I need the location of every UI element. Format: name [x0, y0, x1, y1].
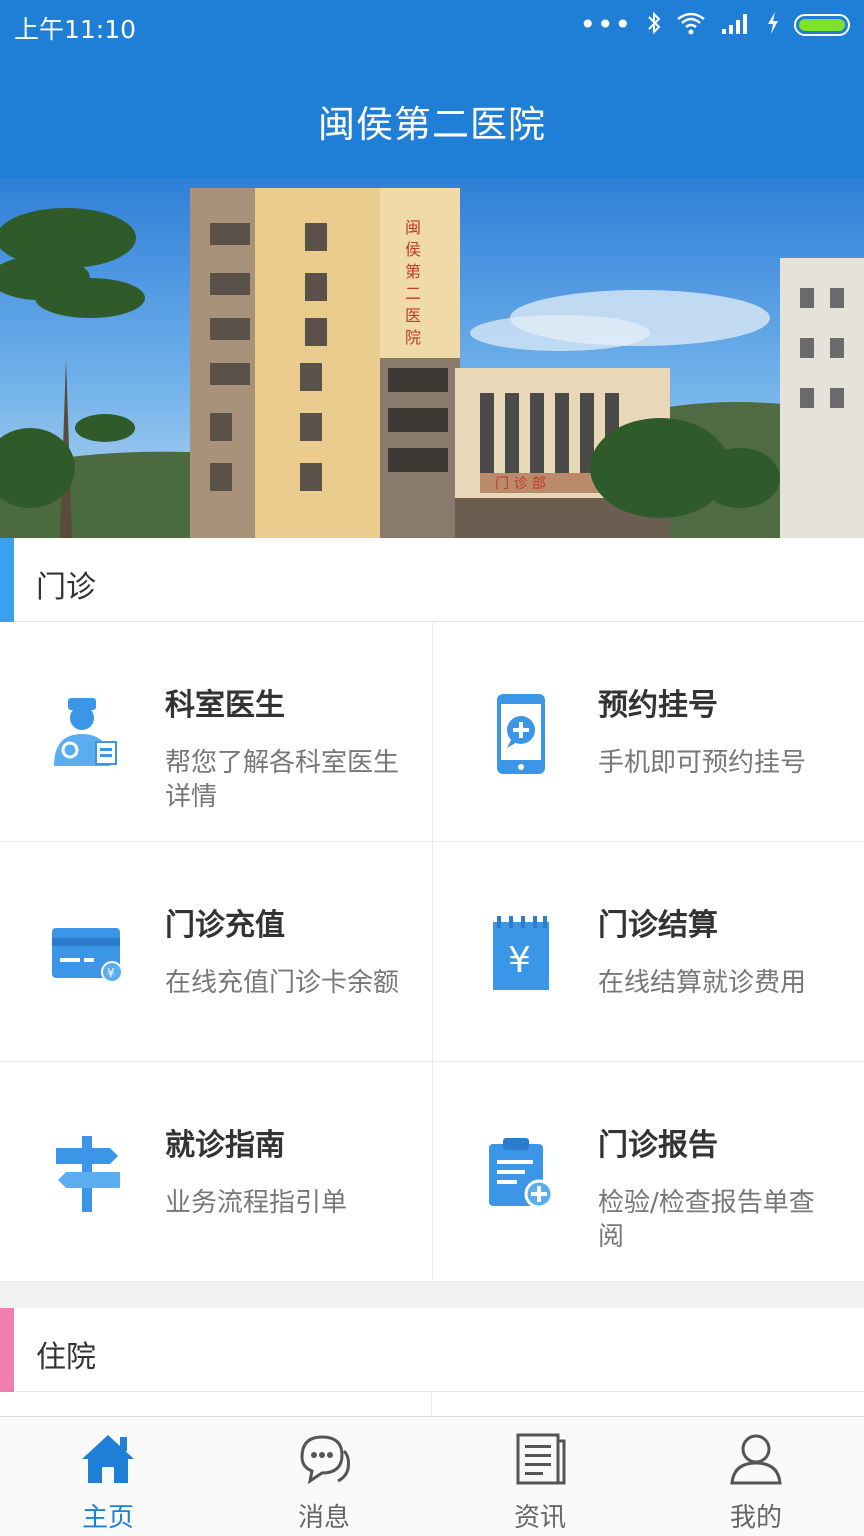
grid-item-title: 门诊结算 [598, 908, 718, 943]
svg-text:门 诊 部: 门 诊 部 [495, 476, 546, 492]
section-title: 门诊 [36, 570, 96, 605]
signal-icon [720, 11, 752, 39]
section-accent-bar [0, 538, 14, 622]
grid-item-desc: 在线结算就诊费用 [598, 968, 807, 998]
status-time: 上午11:10 [14, 15, 137, 44]
user-icon [726, 1429, 786, 1489]
grid-item-desc: 手机即可预约挂号 [598, 748, 807, 778]
outpatient-grid: 科室医生 帮您了解各科室医生详情 预约挂号 手机即可预约挂号 ¥ 门诊充值 在线… [0, 622, 864, 1282]
grid-item-desc: 帮您了解各科室医生详情 [165, 748, 400, 812]
more-dots-icon: ••• [579, 8, 632, 41]
svg-text:¥: ¥ [107, 966, 115, 980]
section-title: 住院 [36, 1340, 96, 1375]
grid-item-recharge[interactable]: ¥ 门诊充值 在线充值门诊卡余额 [0, 842, 432, 1062]
home-icon [78, 1429, 138, 1489]
grid-item-title: 门诊报告 [598, 1128, 718, 1163]
wifi-icon [676, 11, 706, 39]
svg-text:¥: ¥ [508, 940, 531, 981]
doctor-icon [48, 694, 128, 774]
grid-item-department-doctors[interactable]: 科室医生 帮您了解各科室医生详情 [0, 622, 432, 842]
news-icon [510, 1429, 570, 1489]
signpost-icon [48, 1134, 128, 1214]
divider [431, 1392, 432, 1416]
nav-item-profile[interactable]: 我的 [648, 1417, 864, 1536]
nav-label: 我的 [729, 1503, 782, 1533]
status-icons: ••• [579, 10, 850, 40]
grid-item-title: 科室医生 [165, 688, 285, 723]
charging-icon [766, 11, 780, 39]
nav-item-home[interactable]: 主页 [0, 1417, 216, 1536]
inpatient-grid-partial [0, 1392, 864, 1416]
phone-appointment-icon [481, 694, 561, 774]
grid-item-title: 就诊指南 [165, 1128, 285, 1163]
grid-item-report[interactable]: 门诊报告 检验/检查报告单查阅 [432, 1062, 864, 1282]
hospital-photo: 闽侯第二医院 门 诊 部 [0, 188, 864, 538]
card-recharge-icon: ¥ [48, 914, 128, 994]
nav-item-messages[interactable]: 消息 [216, 1417, 432, 1536]
section-inpatient: 住院 [0, 1308, 864, 1392]
grid-item-title: 门诊充值 [165, 908, 285, 943]
chat-icon [294, 1429, 354, 1489]
banner-image[interactable]: 闽侯第二医院 门 诊 部 [0, 178, 864, 538]
app-bar: 上午11:10 ••• 闽侯第二医院 [0, 0, 864, 178]
report-clipboard-icon [481, 1134, 561, 1214]
battery-level [799, 19, 845, 31]
grid-item-desc: 检验/检查报告单查阅 [598, 1188, 815, 1252]
battery-icon [794, 14, 850, 36]
grid-item-guide[interactable]: 就诊指南 业务流程指引单 [0, 1062, 432, 1282]
nav-label: 资讯 [513, 1503, 566, 1533]
section-accent-bar [0, 1308, 14, 1392]
grid-item-desc: 在线充值门诊卡余额 [165, 968, 400, 998]
bill-settlement-icon: ¥ [481, 914, 561, 994]
section-outpatient: 门诊 [0, 538, 864, 622]
status-bar: 上午11:10 ••• [0, 0, 864, 50]
grid-item-appointment[interactable]: 预约挂号 手机即可预约挂号 [432, 622, 864, 842]
grid-item-title: 预约挂号 [598, 688, 718, 723]
nav-item-news[interactable]: 资讯 [432, 1417, 648, 1536]
page-title: 闽侯第二医院 [318, 103, 546, 146]
grid-item-desc: 业务流程指引单 [165, 1188, 348, 1218]
bottom-nav: 主页 消息 资讯 我的 [0, 1416, 864, 1536]
nav-label: 主页 [81, 1503, 134, 1533]
nav-label: 消息 [297, 1503, 350, 1533]
grid-item-settlement[interactable]: ¥ 门诊结算 在线结算就诊费用 [432, 842, 864, 1062]
bluetooth-icon [646, 10, 662, 40]
